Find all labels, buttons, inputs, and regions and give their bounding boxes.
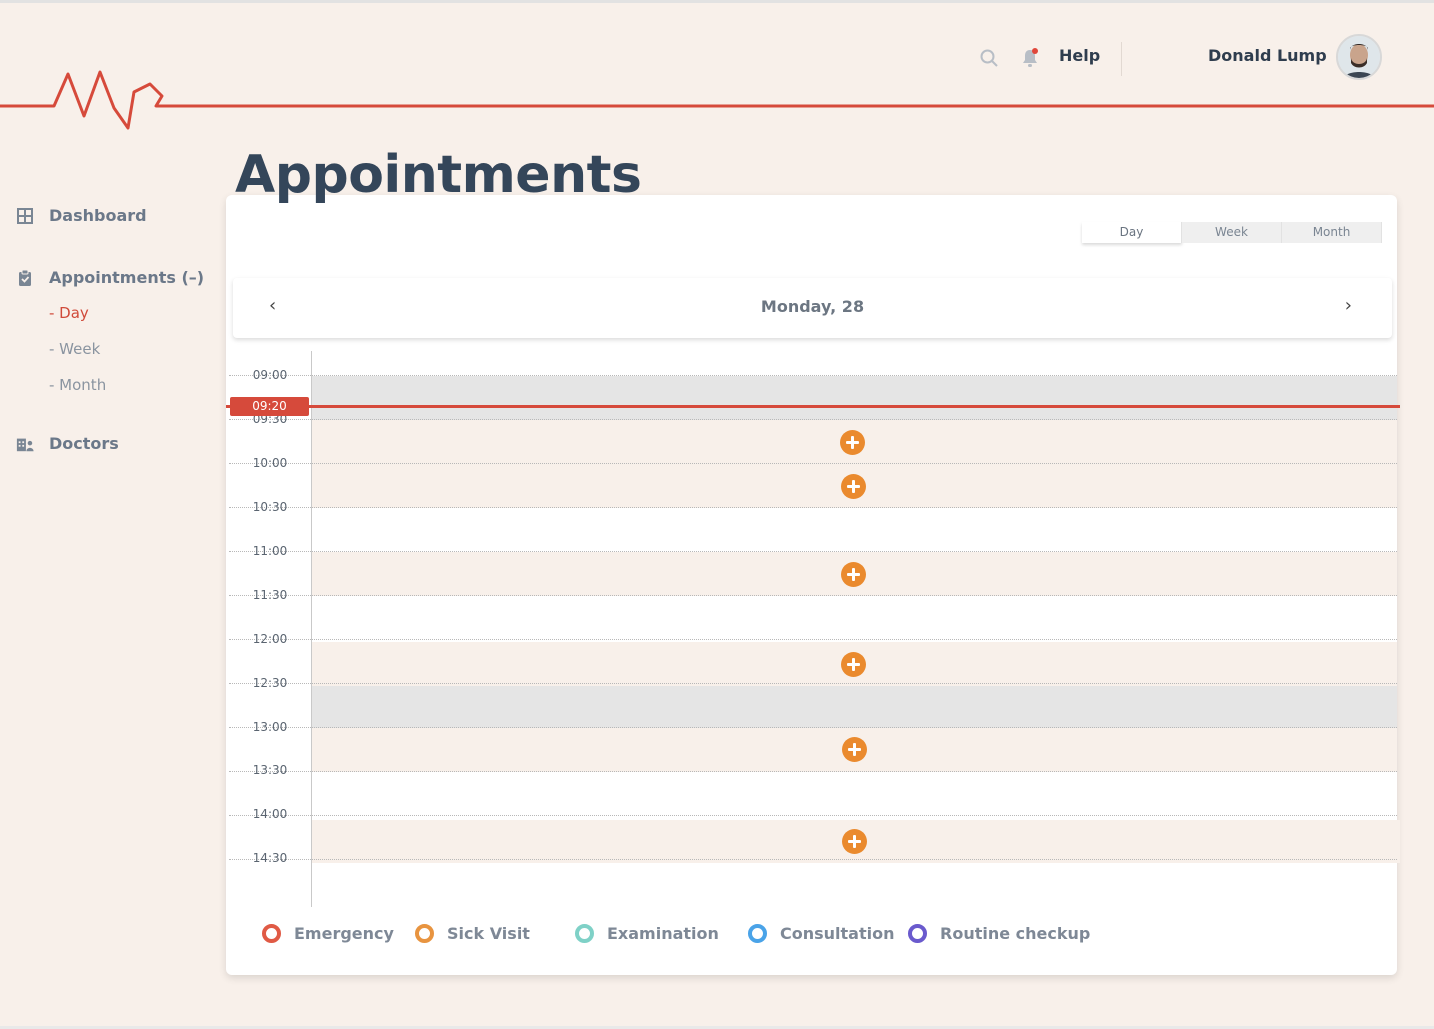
time-label: 10:00 <box>252 456 288 470</box>
add-appointment-button[interactable] <box>841 562 866 587</box>
legend-label: Examination <box>607 924 719 943</box>
legend-item-examination: Examination <box>575 924 719 943</box>
search-icon[interactable] <box>979 48 999 68</box>
sidebar-item-label: Dashboard <box>49 206 147 225</box>
time-label: 11:30 <box>252 588 288 602</box>
tab-day[interactable]: Day <box>1082 222 1182 243</box>
current-time-line <box>226 405 1400 408</box>
time-label: 09:00 <box>252 368 288 382</box>
slot-gridline <box>229 639 1397 640</box>
sidebar-item-appointments[interactable]: Appointments (–) <box>16 268 204 287</box>
time-label: 12:30 <box>252 676 288 690</box>
view-toggle: Day Week Month <box>1082 222 1382 243</box>
notification-bell-icon[interactable] <box>1020 47 1040 69</box>
tab-month[interactable]: Month <box>1282 222 1382 243</box>
help-link[interactable]: Help <box>1059 46 1100 65</box>
page-title: Appointments <box>235 145 642 205</box>
time-label: 13:00 <box>252 720 288 734</box>
add-appointment-button[interactable] <box>842 829 867 854</box>
tab-week[interactable]: Week <box>1182 222 1282 243</box>
user-name[interactable]: Donald Lump <box>1208 46 1327 65</box>
legend-label: Consultation <box>780 924 895 943</box>
legend-dot <box>262 924 281 943</box>
legend-dot <box>748 924 767 943</box>
top-border <box>0 0 1434 3</box>
legend-item-emergency: Emergency <box>262 924 394 943</box>
doctors-building-icon <box>16 438 34 451</box>
avatar[interactable] <box>1336 34 1382 80</box>
legend-label: Sick Visit <box>447 924 530 943</box>
sidebar-subitem-day[interactable]: - Day <box>49 304 89 322</box>
slot-gridline <box>229 815 1397 816</box>
add-appointment-button[interactable] <box>840 430 865 455</box>
current-time-badge: 09:20 <box>230 397 309 416</box>
busy-slot <box>312 686 1397 728</box>
sidebar-item-label: Appointments (–) <box>49 268 205 287</box>
date-navigator: ‹ Monday, 28 › <box>233 278 1392 338</box>
chevron-right-icon[interactable]: › <box>1345 295 1352 316</box>
legend-dot <box>415 924 434 943</box>
time-label: 14:00 <box>252 807 288 821</box>
sidebar-subitem-week[interactable]: - Week <box>49 340 100 358</box>
legend-dot <box>908 924 927 943</box>
sidebar-item-doctors[interactable]: Doctors <box>16 434 119 453</box>
legend-label: Routine checkup <box>940 924 1091 943</box>
slot-gridline <box>229 419 1397 420</box>
user-avatar-icon <box>1338 36 1380 78</box>
add-appointment-button[interactable] <box>841 474 866 499</box>
legend-item-sick-visit: Sick Visit <box>415 924 530 943</box>
slot-gridline <box>229 551 1397 552</box>
time-label: 12:00 <box>252 632 288 646</box>
time-label: 11:00 <box>252 544 288 558</box>
add-appointment-button[interactable] <box>841 652 866 677</box>
sidebar-subitem-month[interactable]: - Month <box>49 376 106 394</box>
sidebar-item-dashboard[interactable]: Dashboard <box>16 206 147 225</box>
slot-gridline <box>229 595 1397 596</box>
clipboard-check-icon <box>19 269 31 286</box>
current-date: Monday, 28 <box>760 297 865 316</box>
legend-label: Emergency <box>294 924 394 943</box>
legend-item-consultation: Consultation <box>748 924 894 943</box>
grid-icon <box>17 207 33 224</box>
time-label: 13:30 <box>252 763 288 777</box>
header-toolbar: Help Donald Lump <box>970 30 1390 86</box>
header-divider <box>1121 42 1122 76</box>
slot-gridline <box>229 507 1397 508</box>
slot-gridline <box>229 683 1397 684</box>
time-label: 14:30 <box>252 851 288 865</box>
slot-gridline <box>229 463 1397 464</box>
slot-gridline <box>229 375 1397 376</box>
busy-slot <box>312 376 1397 420</box>
slot-gridline <box>229 771 1397 772</box>
legend-item-routine-checkup: Routine checkup <box>908 924 1090 943</box>
time-axis <box>311 351 312 907</box>
add-appointment-button[interactable] <box>842 737 867 762</box>
time-label: 10:30 <box>252 500 288 514</box>
slot-gridline <box>229 859 1397 860</box>
legend-dot <box>575 924 594 943</box>
slot-gridline <box>229 727 1397 728</box>
sidebar-item-label: Doctors <box>49 434 119 453</box>
